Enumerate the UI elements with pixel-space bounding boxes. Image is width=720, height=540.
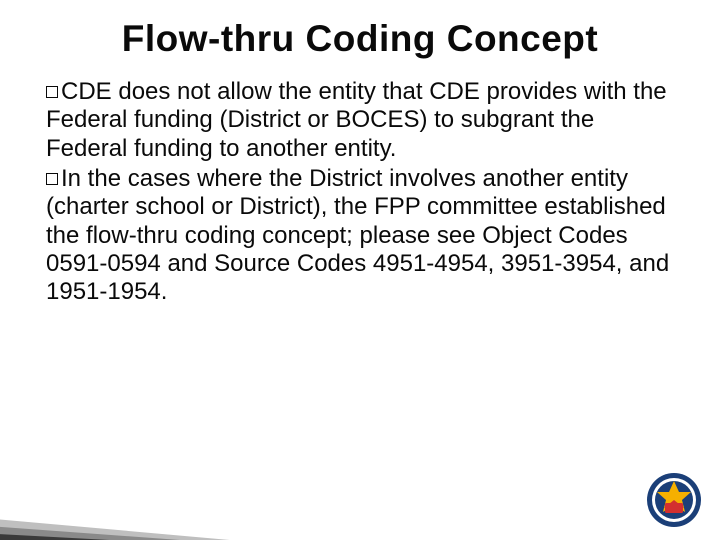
bullet-item: In the cases where the District involves… xyxy=(46,165,674,307)
bullet-text: CDE does not allow the entity that CDE p… xyxy=(46,78,667,162)
slide-title: Flow-thru Coding Concept xyxy=(0,0,720,60)
bullet-marker-icon xyxy=(46,86,58,98)
decorative-wedge-icon xyxy=(0,478,320,540)
bullet-item: CDE does not allow the entity that CDE p… xyxy=(46,78,674,163)
bullet-marker-icon xyxy=(46,173,58,185)
bullet-text: In the cases where the District involves… xyxy=(46,165,669,305)
slide-body: CDE does not allow the entity that CDE p… xyxy=(0,60,720,307)
metro-logo-icon xyxy=(646,472,702,528)
